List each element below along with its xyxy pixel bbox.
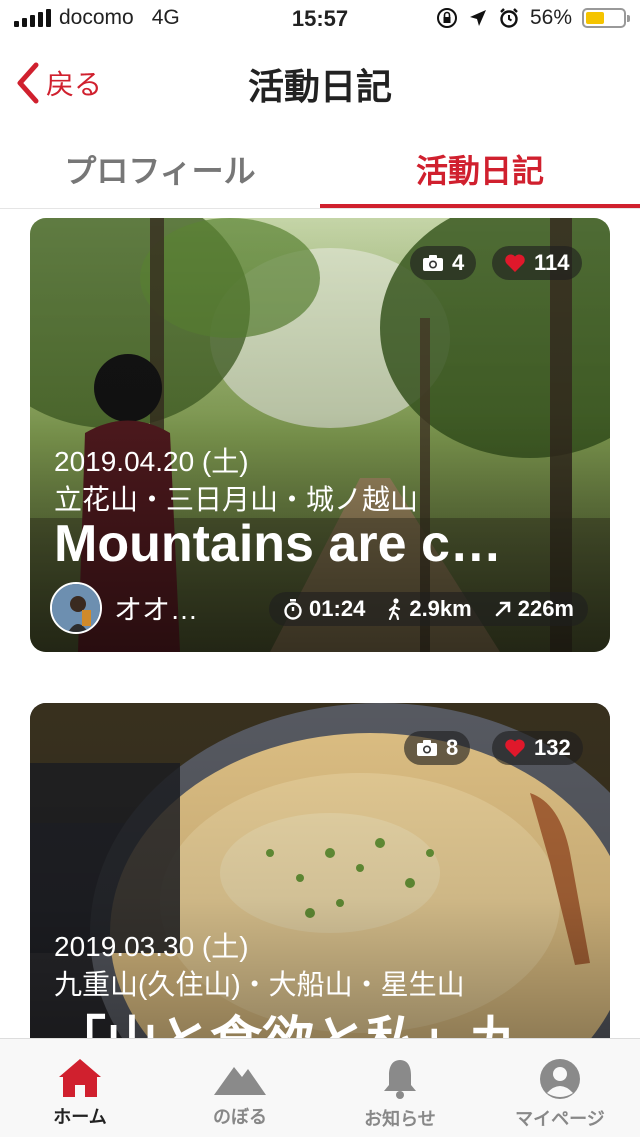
activity-mountains: 九重山(久住山)・大船山・星生山: [54, 969, 465, 1000]
tabbar-item-mypage[interactable]: マイページ: [480, 1039, 640, 1137]
tabbar-item-climb[interactable]: のぼる: [160, 1039, 320, 1137]
stat-distance-value: 2.9km: [409, 596, 472, 621]
tabbar-item-notifications[interactable]: お知らせ: [320, 1039, 480, 1137]
activity-date: 2019.04.20 (土): [54, 446, 249, 477]
activity-card[interactable]: 8 132 2019.03.30 (土) 九重山(久住山)・大船山・星生山 「山…: [30, 703, 610, 1038]
tabbar-item-home[interactable]: ホーム: [0, 1039, 160, 1137]
mountain-icon: [214, 1067, 266, 1095]
tabbar-label: ホーム: [53, 1107, 107, 1127]
activity-mountains: 立花山・三日月山・城ノ越山: [54, 484, 419, 515]
stat-elevation: 226m: [494, 596, 574, 622]
battery-percent: 56%: [529, 6, 572, 29]
avatar: [50, 582, 102, 634]
tabbar-label: お知らせ: [364, 1109, 436, 1129]
tabbar-label: マイページ: [515, 1109, 605, 1129]
photo-count: 8: [446, 735, 459, 760]
status-bar: docomo 4G 15:57 56%: [0, 0, 640, 40]
activity-user[interactable]: オオ…: [50, 582, 198, 634]
alarm-icon: [500, 8, 518, 28]
battery-icon: [582, 8, 630, 28]
activity-date: 2019.03.30 (土): [54, 931, 249, 962]
like-count: 114: [534, 250, 570, 275]
like-count: 132: [534, 735, 571, 760]
stat-time-value: 01:24: [309, 596, 366, 621]
segment-tabs: プロフィール 活動日記: [0, 128, 640, 209]
rotation-lock-icon: [436, 8, 457, 28]
photo-count-badge: 4: [410, 246, 477, 280]
arrow-up-right-icon: [495, 601, 511, 617]
bell-icon: [384, 1060, 416, 1099]
status-right: 56%: [436, 6, 630, 30]
stopwatch-icon: [284, 599, 302, 620]
user-name: オオ…: [114, 594, 199, 625]
stat-elevation-value: 226m: [517, 596, 574, 621]
photo-count: 4: [452, 250, 465, 275]
stat-distance: 2.9km: [387, 596, 472, 622]
location-icon: [469, 10, 486, 26]
camera-icon: [423, 255, 443, 271]
activity-title: 「山と食欲と私」九…: [54, 999, 594, 1038]
photo-count-badge: 8: [404, 731, 471, 765]
home-icon: [59, 1059, 101, 1097]
heart-icon: [505, 254, 525, 272]
camera-icon: [417, 740, 437, 756]
walking-icon: [389, 598, 401, 620]
page-title: 活動日記: [247, 66, 392, 107]
activity-title: Mountains are c…: [54, 515, 502, 573]
tab-profile[interactable]: プロフィール: [0, 128, 320, 208]
person-icon: [540, 1059, 580, 1099]
activity-feed[interactable]: 4 114 2019.04.20 (土) 立花山・三日月山・城ノ越山 Mount…: [0, 208, 640, 1038]
activity-stats: 01:24 2.9km 226m: [269, 592, 588, 626]
like-count-badge[interactable]: 132: [492, 731, 583, 765]
heart-icon: [505, 739, 525, 757]
activity-card[interactable]: 4 114 2019.04.20 (土) 立花山・三日月山・城ノ越山 Mount…: [30, 218, 610, 652]
like-count-badge[interactable]: 114: [492, 246, 582, 280]
tab-activity-diary[interactable]: 活動日記: [320, 128, 640, 208]
stat-time: 01:24: [283, 596, 365, 622]
navigation-bar: 戻る 活動日記: [0, 44, 640, 124]
bottom-tab-bar: ホーム のぼる お知らせ マイページ: [0, 1038, 640, 1137]
tabbar-label: のぼる: [213, 1107, 267, 1127]
